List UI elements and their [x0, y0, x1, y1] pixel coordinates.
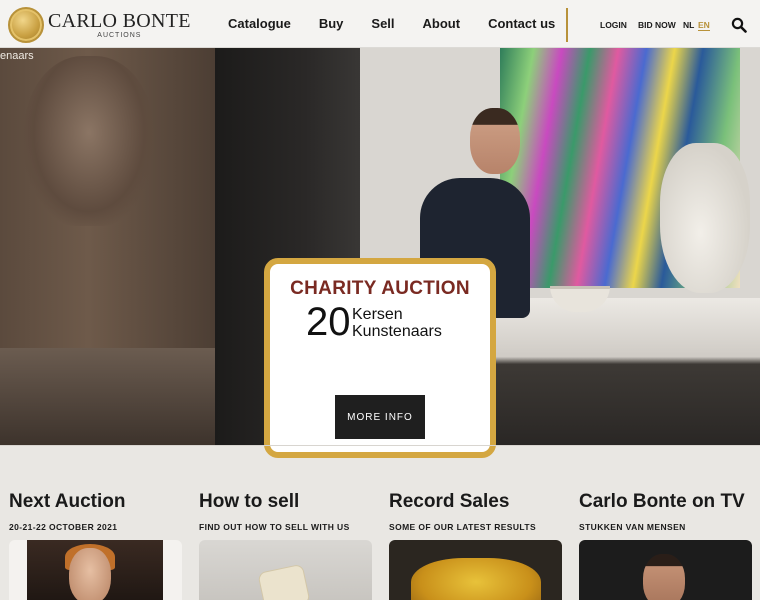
brand-name: CARLO BONTE	[48, 10, 191, 32]
card-line-1: Kersen	[352, 306, 403, 323]
next-auction-image[interactable]	[9, 540, 182, 600]
nav-about[interactable]: About	[423, 16, 461, 31]
feature-sections: Next Auction 20-21-22 OCTOBER 2021 How t…	[0, 448, 760, 600]
section-subtitle: 20-21-22 OCTOBER 2021	[9, 522, 118, 532]
bid-now-link[interactable]: BID NOW	[638, 20, 676, 30]
lang-nl[interactable]: NL	[683, 20, 694, 30]
logo-coin-icon	[8, 7, 44, 43]
nav-sell[interactable]: Sell	[371, 16, 394, 31]
section-subtitle: FIND OUT HOW TO SELL WITH US	[199, 522, 350, 532]
section-title[interactable]: Next Auction	[9, 491, 125, 513]
brand-logo[interactable]: CARLO BONTE AUCTIONS	[8, 7, 191, 43]
nav-contact[interactable]: Contact us	[488, 16, 555, 31]
record-sales-image[interactable]	[389, 540, 562, 600]
nav-catalogue[interactable]: Catalogue	[228, 16, 291, 31]
on-tv-image[interactable]	[579, 540, 752, 600]
hero-vase	[660, 143, 750, 293]
section-subtitle: STUKKEN VAN MENSEN	[579, 522, 686, 532]
brand-subtitle: AUCTIONS	[97, 32, 142, 39]
site-header: CARLO BONTE AUCTIONS Catalogue Buy Sell …	[0, 0, 760, 48]
section-title[interactable]: Record Sales	[389, 491, 509, 513]
nav-divider	[566, 8, 568, 42]
search-icon[interactable]	[731, 17, 747, 33]
card-title: CHARITY AUCTION	[290, 278, 470, 299]
hero-caption: enaars	[0, 50, 34, 62]
nav-buy[interactable]: Buy	[319, 16, 344, 31]
divider	[0, 445, 760, 446]
more-info-button[interactable]: MORE INFO	[335, 395, 425, 439]
lang-en[interactable]: EN	[698, 20, 710, 31]
card-number: 20	[306, 300, 351, 344]
main-nav: Catalogue Buy Sell About Contact us	[228, 16, 583, 31]
section-title[interactable]: How to sell	[199, 491, 299, 513]
hero-artwork-left: enaars	[0, 48, 220, 445]
hero-person-head	[470, 108, 520, 174]
section-subtitle: SOME OF OUR LATEST RESULTS	[389, 522, 537, 532]
section-title[interactable]: Carlo Bonte on TV	[579, 491, 745, 513]
card-line-2: Kunstenaars	[352, 323, 442, 340]
how-to-sell-image[interactable]	[199, 540, 372, 600]
login-link[interactable]: LOGIN	[600, 20, 627, 30]
